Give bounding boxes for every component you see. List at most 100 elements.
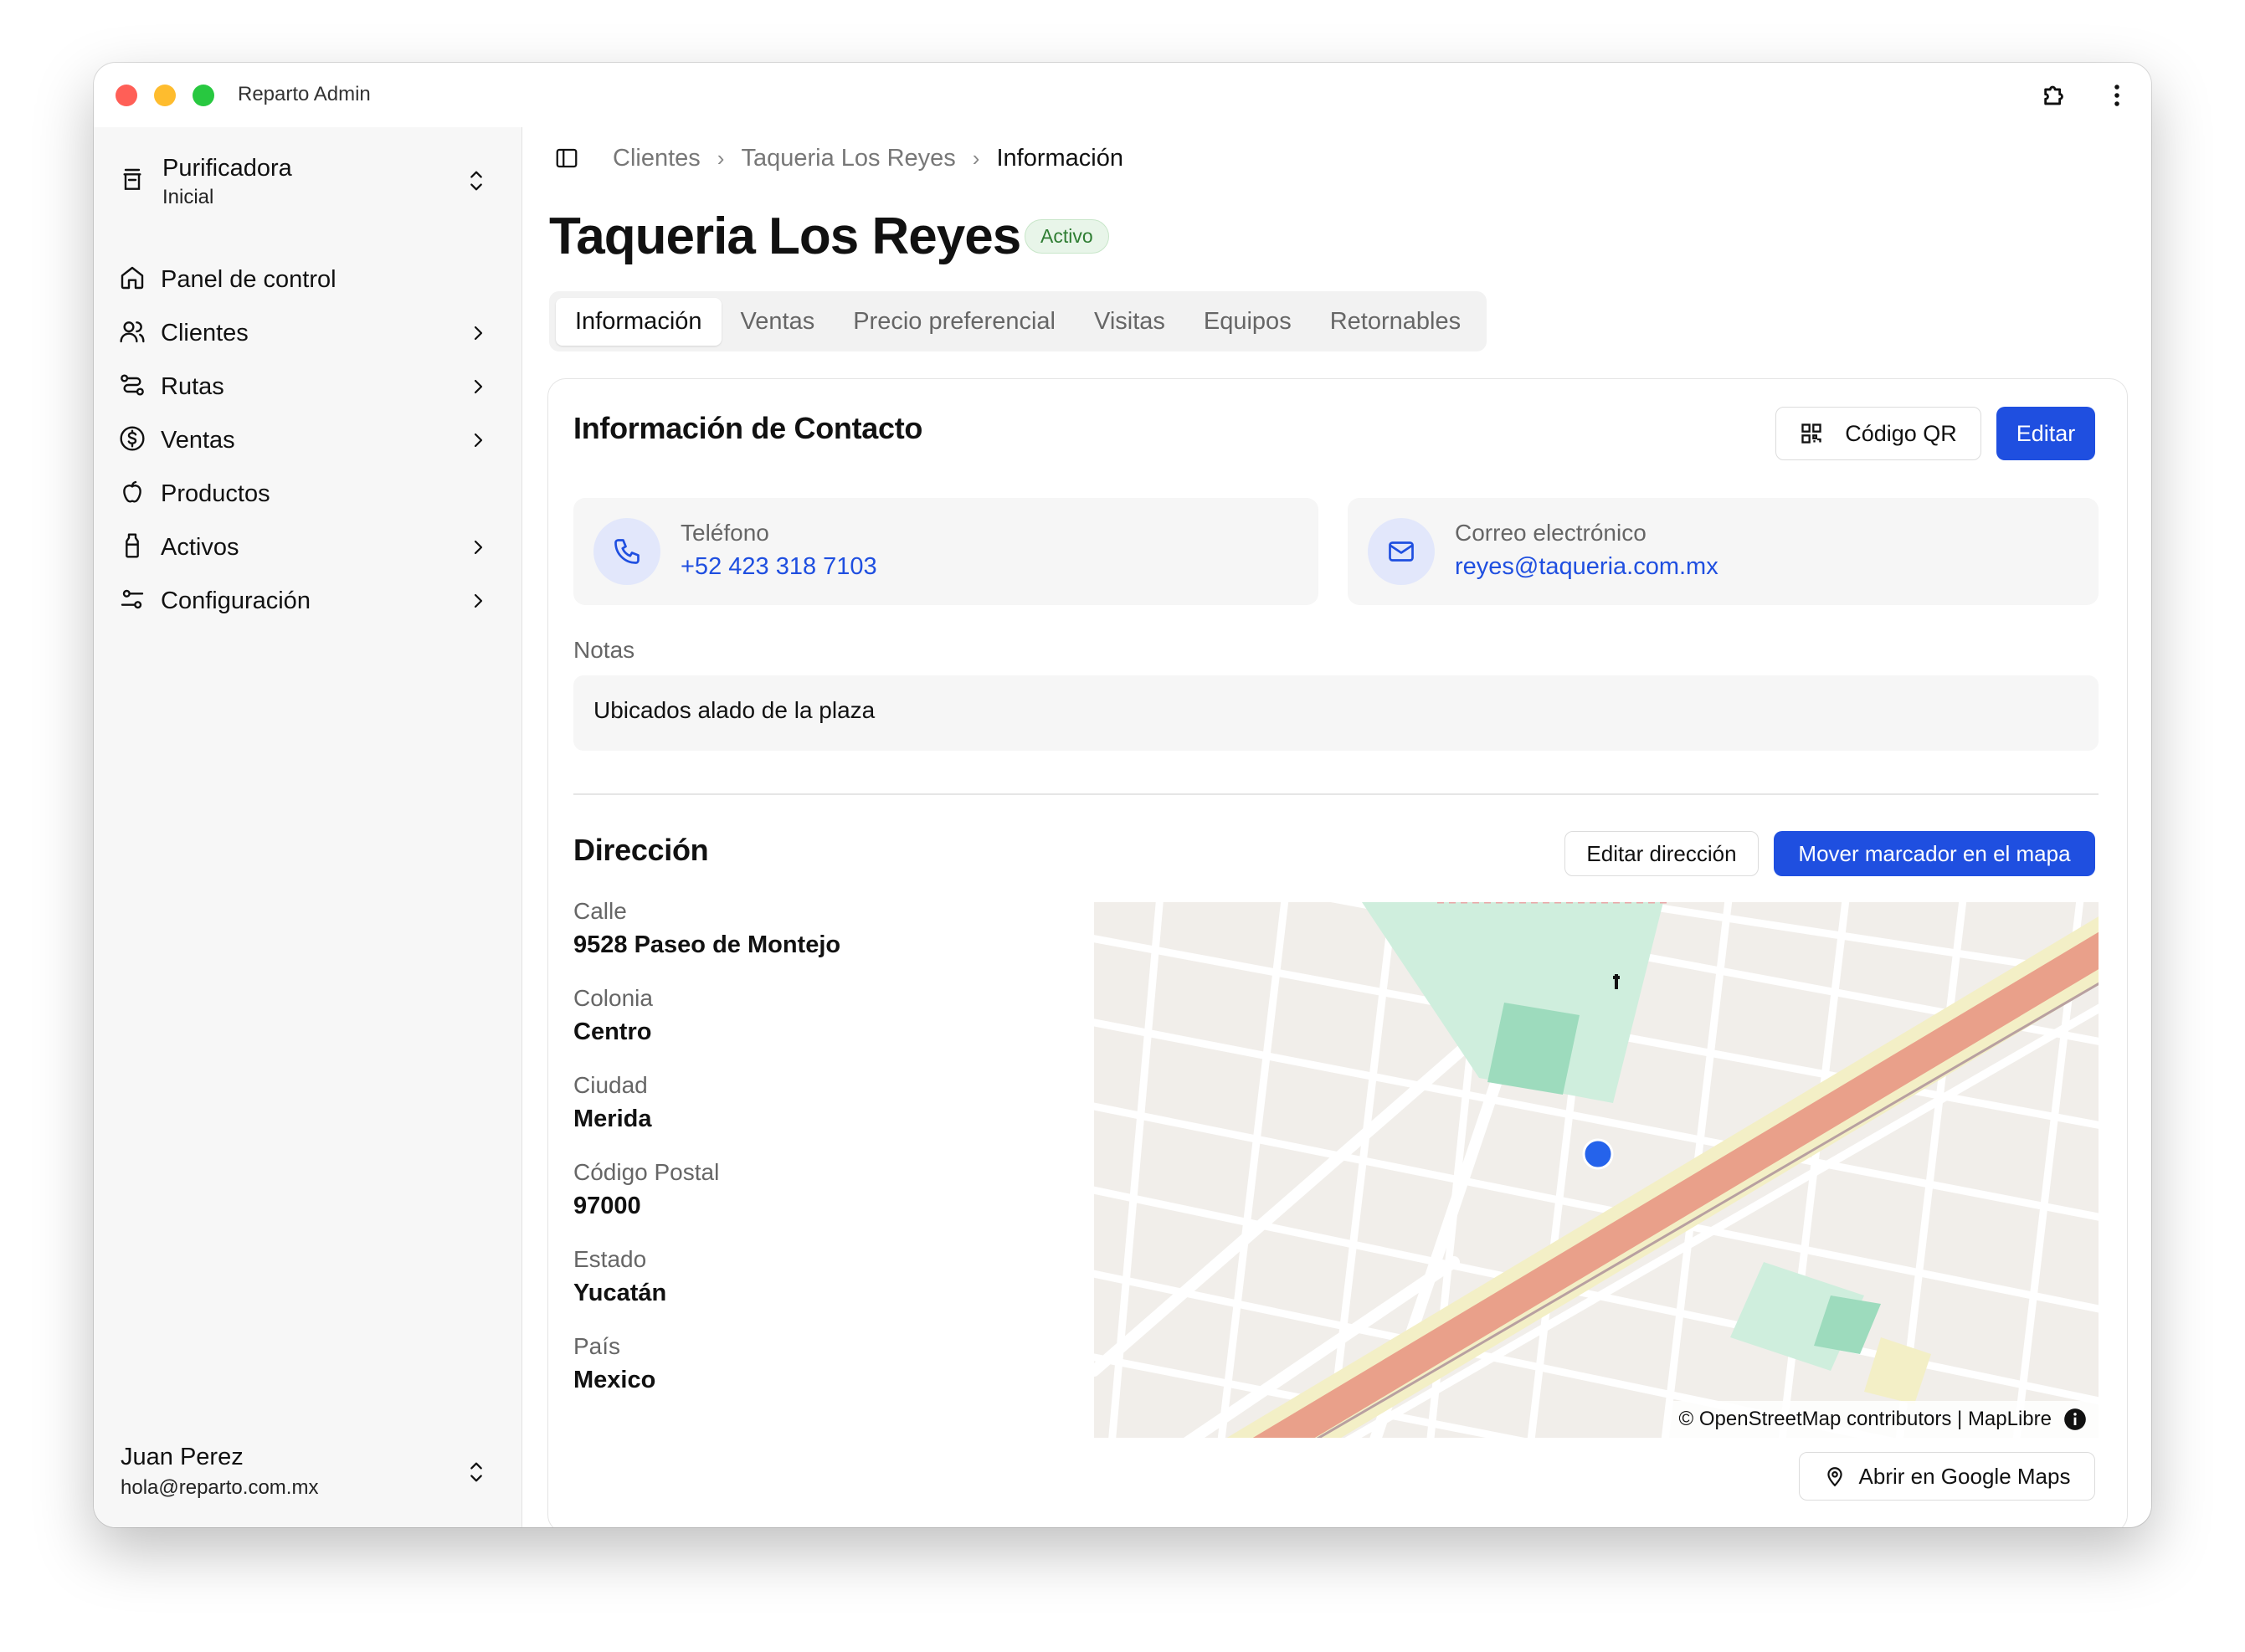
field-label: Código Postal — [573, 1159, 720, 1185]
window-title: Reparto Admin — [238, 83, 371, 105]
field-label: Ciudad — [573, 1072, 648, 1098]
sidebar-item-productos[interactable]: Productos — [119, 467, 496, 521]
status-badge: Activo — [1025, 219, 1109, 254]
tab-visitas[interactable]: Visitas — [1075, 298, 1184, 346]
address-fields: Calle 9528 Paseo de Montejo Colonia Cent… — [573, 898, 1042, 1420]
tab-informacion[interactable]: Información — [556, 297, 722, 346]
edit-button[interactable]: Editar — [1996, 407, 2095, 460]
phone-box: Teléfono +52 423 318 7103 — [573, 498, 1318, 605]
address-heading: Dirección — [573, 833, 709, 867]
sidebar-item-clientes[interactable]: Clientes — [119, 306, 496, 360]
info-icon[interactable] — [2063, 1408, 2087, 1431]
tab-precio-preferencial[interactable]: Precio preferencial — [834, 298, 1075, 346]
move-marker-button[interactable]: Mover marcador en el mapa — [1774, 831, 2095, 876]
sidebar-item-label: Panel de control — [161, 265, 336, 293]
field-estado: Estado Yucatán — [573, 1246, 1042, 1333]
edit-address-button[interactable]: Editar dirección — [1564, 831, 1759, 876]
field-value: Centro — [573, 1018, 652, 1045]
map-pin-icon — [1824, 1465, 1846, 1487]
field-colonia: Colonia Centro — [573, 985, 1042, 1072]
dollar-circle-icon — [119, 425, 146, 456]
chevron-right-icon: › — [717, 145, 725, 171]
qr-code-icon — [1800, 422, 1823, 445]
close-window-button[interactable] — [116, 85, 137, 106]
sidebar-item-ventas[interactable]: Ventas — [119, 413, 496, 467]
email-box: Correo electrónico reyes@taqueria.com.mx — [1348, 498, 2099, 605]
sidebar-toggle-icon[interactable] — [554, 146, 579, 171]
field-value: Yucatán — [573, 1280, 667, 1306]
org-name: Purificadora — [162, 154, 292, 182]
field-label: Colonia — [573, 985, 653, 1011]
store-icon — [119, 167, 146, 198]
bottle-icon — [119, 532, 146, 563]
field-value: 9528 Paseo de Montejo — [573, 931, 841, 958]
sidebar-item-configuracion[interactable]: Configuración — [119, 574, 496, 628]
field-label: Calle — [573, 898, 627, 924]
apple-icon — [119, 479, 146, 510]
user-email: hola@reparto.com.mx — [121, 1476, 319, 1499]
sidebar-item-label: Activos — [161, 533, 239, 561]
sidebar-item-activos[interactable]: Activos — [119, 521, 496, 574]
sidebar-item-label: Ventas — [161, 426, 235, 454]
org-subtitle: Inicial — [162, 185, 214, 208]
app-window: Reparto Admin Purificadora Inicial Panel… — [94, 63, 2151, 1527]
route-icon — [119, 372, 146, 403]
chevron-right-icon — [468, 430, 488, 454]
contact-heading: Información de Contacto — [573, 411, 923, 445]
main-content: Clientes › Taqueria Los Reyes › Informac… — [522, 127, 2151, 1527]
settings-sliders-icon — [119, 586, 146, 617]
more-options-icon[interactable] — [2101, 80, 2133, 111]
users-icon — [119, 318, 146, 349]
field-codigo-postal: Código Postal 97000 — [573, 1159, 1042, 1246]
qr-code-button[interactable]: Código QR — [1775, 407, 1981, 460]
user-menu[interactable]: Juan Perez hola@reparto.com.mx — [121, 1444, 496, 1502]
sidebar-item-label: Configuración — [161, 587, 311, 614]
home-icon — [119, 264, 146, 295]
location-marker[interactable] — [1582, 1138, 1614, 1170]
section-divider — [573, 793, 2099, 795]
chevron-right-icon — [468, 377, 488, 401]
sidebar-nav: Panel de control Clientes Rutas Ventas P… — [119, 253, 496, 628]
sidebar-item-panel[interactable]: Panel de control — [119, 253, 496, 306]
qr-code-label: Código QR — [1845, 420, 1957, 446]
breadcrumb-clientes[interactable]: Clientes — [613, 145, 701, 172]
chevron-right-icon — [468, 537, 488, 562]
minimize-window-button[interactable] — [154, 85, 176, 106]
breadcrumb-cliente[interactable]: Taqueria Los Reyes — [741, 145, 955, 172]
breadcrumb: Clientes › Taqueria Los Reyes › Informac… — [554, 137, 1123, 179]
field-pais: País Mexico — [573, 1333, 1042, 1420]
email-link[interactable]: reyes@taqueria.com.mx — [1455, 553, 1718, 581]
phone-link[interactable]: +52 423 318 7103 — [681, 553, 877, 581]
sidebar-item-label: Clientes — [161, 319, 249, 346]
user-name: Juan Perez — [121, 1444, 244, 1470]
field-value: Merida — [573, 1106, 652, 1132]
map-attribution-text: © OpenStreetMap contributors | MapLibre — [1678, 1408, 2052, 1430]
notes-label: Notas — [573, 637, 635, 663]
notes-value: Ubicados alado de la plaza — [573, 675, 2099, 751]
breadcrumb-current: Información — [996, 144, 1123, 172]
sidebar-item-label: Productos — [161, 480, 270, 507]
map-canvas — [1094, 902, 2099, 1438]
org-switcher[interactable]: Purificadora Inicial — [119, 152, 496, 211]
field-value: Mexico — [573, 1367, 656, 1393]
client-info-card: Información de Contacto Código QR Editar… — [547, 378, 2128, 1527]
title-bar: Reparto Admin — [94, 63, 2151, 127]
open-google-maps-button[interactable]: Abrir en Google Maps — [1799, 1452, 2095, 1501]
sidebar-item-rutas[interactable]: Rutas — [119, 360, 496, 413]
phone-icon — [593, 518, 660, 585]
tab-retornables[interactable]: Retornables — [1311, 298, 1480, 346]
chevron-right-icon — [468, 591, 488, 615]
open-google-maps-label: Abrir en Google Maps — [1858, 1463, 2071, 1489]
chevron-right-icon: › — [972, 145, 980, 171]
field-value: 97000 — [573, 1193, 641, 1219]
tab-bar: Información Ventas Precio preferencial V… — [549, 291, 1487, 351]
tab-ventas[interactable]: Ventas — [722, 298, 835, 346]
sidebar: Purificadora Inicial Panel de control Cl… — [94, 127, 522, 1527]
maximize-window-button[interactable] — [193, 85, 214, 106]
mail-icon — [1368, 518, 1435, 585]
field-calle: Calle 9528 Paseo de Montejo — [573, 898, 1042, 985]
tab-equipos[interactable]: Equipos — [1184, 298, 1311, 346]
chevron-up-down-icon — [465, 167, 488, 198]
location-map[interactable]: © OpenStreetMap contributors | MapLibre — [1094, 902, 2099, 1438]
extension-icon[interactable] — [2039, 80, 2071, 111]
